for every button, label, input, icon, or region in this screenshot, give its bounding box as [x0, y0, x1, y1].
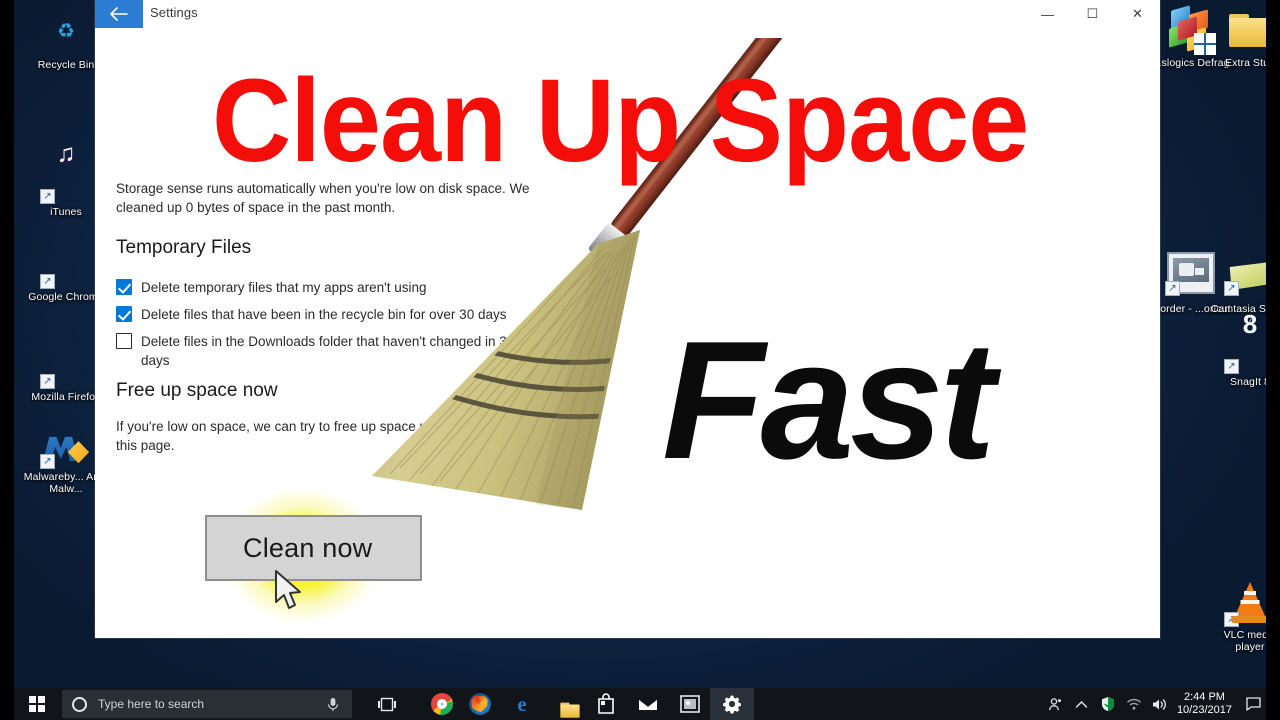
settings-content: Storage sense runs automatically when yo…: [95, 28, 1160, 638]
snagit-capture-icon: [680, 695, 700, 713]
settings-window: Settings — ☐ ✕ Storage sense runs automa…: [95, 0, 1160, 638]
cortana-circle-icon: [72, 696, 87, 712]
minimize-button[interactable]: —: [1025, 0, 1070, 28]
gear-icon: [723, 695, 741, 714]
taskbar-app-settings[interactable]: [710, 688, 754, 720]
malwarebytes-icon: ↗: [40, 420, 90, 469]
checkbox-delete-downloads-files[interactable]: Delete files in the Downloads folder tha…: [116, 332, 541, 370]
checkbox-icon[interactable]: [116, 306, 132, 322]
window-title: Settings: [150, 5, 198, 20]
action-center-icon[interactable]: [1240, 688, 1266, 720]
checkbox-label: Delete files in the Downloads folder tha…: [141, 334, 515, 368]
store-icon: [598, 693, 614, 714]
task-view-icon[interactable]: [365, 688, 409, 720]
taskbar-app-snagit[interactable]: [668, 688, 712, 720]
recycle-bin-icon: ♻: [57, 20, 75, 43]
itunes-icon: ↗: [40, 155, 90, 204]
checkbox-label: Delete temporary files that my apps aren…: [141, 280, 427, 295]
close-button[interactable]: ✕: [1115, 0, 1160, 28]
window-title-bar[interactable]: Settings — ☐ ✕: [95, 0, 1160, 28]
windows-start-icon[interactable]: [14, 688, 60, 720]
checkbox-icon[interactable]: [116, 279, 132, 295]
checkbox-delete-recycle-bin-files[interactable]: Delete files that have been in the recyc…: [116, 305, 506, 324]
firefox-icon: ↗: [40, 340, 90, 389]
speaker-icon[interactable]: [1147, 688, 1173, 720]
maximize-button[interactable]: ☐: [1070, 0, 1115, 28]
taskbar-app-mail[interactable]: [626, 688, 670, 720]
desktop-icon-label: Mozilla Firefox: [31, 391, 101, 403]
checkbox-icon[interactable]: [116, 333, 132, 349]
system-tray: 2:44 PM 10/23/2017: [1043, 688, 1280, 720]
microphone-icon[interactable]: [326, 697, 340, 712]
chrome-icon: [431, 693, 453, 715]
file-explorer-icon: [559, 699, 580, 718]
letterbox-left: [0, 0, 14, 688]
shield-icon[interactable]: [1095, 688, 1121, 720]
desktop-icon-label: iTunes: [50, 206, 82, 218]
chevron-up-icon[interactable]: [1069, 688, 1095, 720]
taskbar-app-store[interactable]: [584, 688, 628, 720]
chrome-icon: ↗: [40, 240, 90, 289]
taskbar-clock[interactable]: 2:44 PM 10/23/2017: [1173, 691, 1240, 717]
people-icon[interactable]: [1043, 688, 1069, 720]
free-up-space-heading: Free up space now: [116, 380, 278, 401]
clock-time: 2:44 PM: [1183, 691, 1225, 703]
desktop-icon-itunes[interactable]: ↗ iTunes: [26, 155, 106, 218]
letterbox-right: [1266, 0, 1280, 688]
mail-icon: [638, 698, 658, 710]
desktop-icon-recycle-bin[interactable]: ♻ Recycle Bin: [26, 8, 106, 71]
clean-now-label: Clean now: [243, 532, 373, 563]
search-placeholder-text: Type here to search: [98, 697, 205, 711]
taskbar: Type here to search e 2:44 PM 10/23/2017: [0, 688, 1280, 720]
edge-icon: e: [517, 692, 527, 716]
screen: ♻ Recycle Bin ↗ iTunes ↗ Google Chrome ↗…: [0, 0, 1280, 720]
desktop-icon-google-chrome[interactable]: ↗ Google Chrome: [26, 240, 106, 303]
free-up-space-description: If you're low on space, we can try to fr…: [116, 419, 544, 453]
recorder-shortcut-icon: ↗: [1165, 252, 1215, 300]
overlay-title: Clean Up Space: [212, 55, 1029, 187]
back-arrow-icon[interactable]: [95, 0, 143, 28]
desktop-icon-label: Google Chrome: [28, 291, 104, 303]
search-input[interactable]: Type here to search: [62, 690, 352, 718]
taskbar-app-edge[interactable]: e: [500, 688, 544, 720]
desktop-icon-mozilla-firefox[interactable]: ↗ Mozilla Firefox: [26, 340, 106, 403]
network-icon[interactable]: [1121, 688, 1147, 720]
auslogics-defrag-icon: [1167, 5, 1216, 55]
firefox-icon: [469, 693, 491, 715]
taskbar-edge-left: [0, 688, 14, 720]
clock-date: 10/23/2017: [1176, 704, 1232, 716]
overlay-subtitle: Fast: [662, 306, 995, 494]
desktop-icon-label: Recycle Bin: [37, 59, 95, 71]
temporary-files-heading: Temporary Files: [116, 237, 252, 258]
clean-now-button[interactable]: Clean now: [205, 515, 422, 581]
taskbar-app-firefox[interactable]: [458, 688, 502, 720]
taskbar-app-file-explorer[interactable]: [542, 688, 586, 720]
checkbox-label: Delete files that have been in the recyc…: [141, 307, 507, 322]
checkbox-delete-temp-files[interactable]: Delete temporary files that my apps aren…: [116, 278, 426, 297]
